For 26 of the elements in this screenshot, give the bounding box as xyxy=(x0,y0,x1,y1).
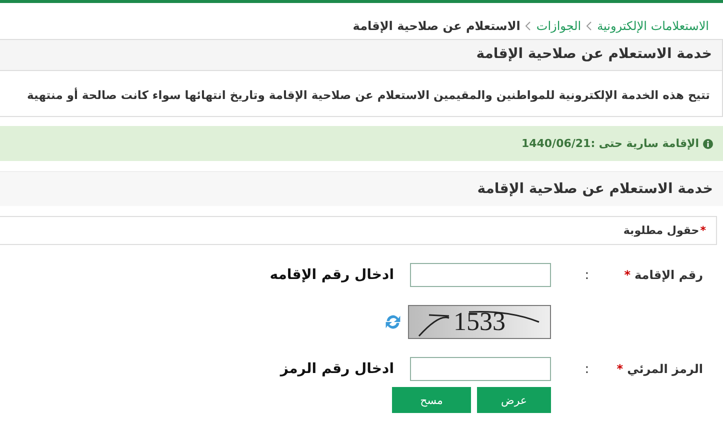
input-field[interactable] xyxy=(410,357,551,381)
annotation: ادخال رقم الرمز xyxy=(278,361,394,377)
input-field[interactable] xyxy=(410,263,551,287)
captcha-image: 1533 xyxy=(408,305,551,339)
breadcrumb-current: الاستعلام عن صلاحية الإقامة xyxy=(352,19,520,33)
breadcrumb-link[interactable]: الجوازات xyxy=(536,19,582,33)
refresh-icon[interactable] xyxy=(384,313,402,331)
alert-text: الإقامة سارية حتى :1440/06/21 xyxy=(521,137,699,150)
form-button[interactable]: عرض xyxy=(477,387,551,413)
required-note: حقول مطلوبة xyxy=(623,224,700,237)
description: تتيح هذه الخدمة الإلكترونية للمواطنين والمقيمين الاستعلام عن صلاحية الإقامة وتاريخ انتهائها سواء كانت صالحة أو منتهية xyxy=(26,86,711,104)
annotation: ادخال رقم الإقامه xyxy=(268,267,394,283)
field-label: الرمز المرئي xyxy=(627,362,703,376)
field-label: رقم الإقامة xyxy=(634,268,703,282)
breadcrumb-link[interactable]: الاستعلامات الإلكترونية xyxy=(597,19,709,33)
chevron-icon xyxy=(586,21,592,31)
required-mark: * xyxy=(624,268,631,282)
form-button[interactable]: مسح xyxy=(392,387,471,413)
required-mark: * xyxy=(616,362,624,376)
required-mark: * xyxy=(700,224,706,237)
form-title: خدمة الاستعلام عن صلاحية الإقامة xyxy=(0,171,723,206)
info-icon xyxy=(703,138,713,148)
panel-title: خدمة الاستعلام عن صلاحية الإقامة xyxy=(0,40,722,71)
colon: : xyxy=(584,362,590,376)
colon: : xyxy=(584,268,590,282)
chevron-icon xyxy=(525,21,532,31)
